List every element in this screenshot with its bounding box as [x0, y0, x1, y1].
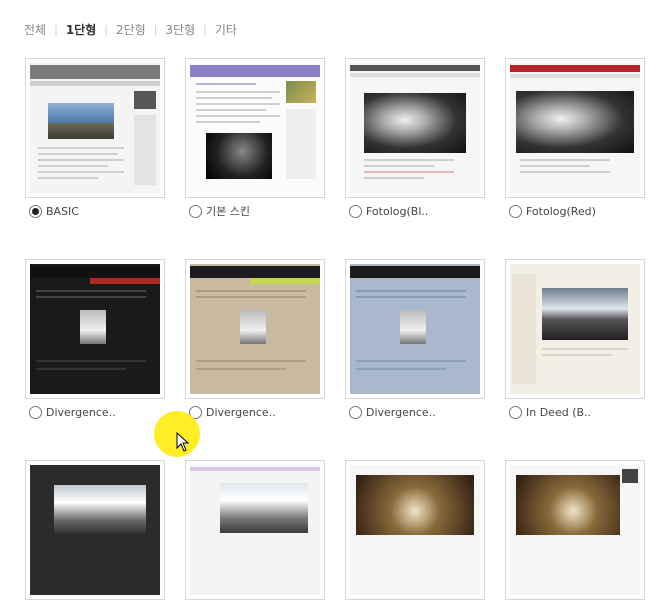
- skin-name: 기본 스킨: [206, 205, 250, 218]
- skin-thumbnail[interactable]: [25, 58, 165, 198]
- skin-grid: BASIC 기본 스킨 Fotolog(Bl.. Fotolog(Red) Di…: [0, 0, 668, 600]
- skin-thumbnail[interactable]: [345, 58, 485, 198]
- radio-selected[interactable]: [29, 204, 42, 218]
- skin-option[interactable]: Divergence..: [189, 404, 276, 420]
- skin-name: Fotolog(Red): [526, 204, 596, 218]
- skin-option[interactable]: BASIC: [29, 203, 79, 219]
- skin-name: Fotolog(Bl..: [366, 204, 429, 218]
- skin-option[interactable]: In Deed (B..: [509, 404, 591, 420]
- skin-thumbnail[interactable]: [505, 259, 645, 399]
- skin-thumbnail[interactable]: [505, 460, 645, 600]
- mouse-pointer-icon: [176, 432, 190, 452]
- skin-thumbnail[interactable]: [185, 460, 325, 600]
- radio-unselected[interactable]: [349, 204, 362, 218]
- skin-option[interactable]: 기본 스킨: [189, 203, 250, 219]
- radio-unselected[interactable]: [509, 405, 522, 419]
- skin-option[interactable]: Divergence..: [29, 404, 116, 420]
- skin-thumbnail[interactable]: [505, 58, 645, 198]
- skin-thumbnail[interactable]: [185, 259, 325, 399]
- radio-unselected[interactable]: [189, 204, 202, 218]
- skin-thumbnail[interactable]: [345, 460, 485, 600]
- skin-name: Divergence..: [366, 405, 436, 419]
- skin-name: In Deed (B..: [526, 405, 592, 419]
- skin-thumbnail[interactable]: [185, 58, 325, 198]
- skin-thumbnail[interactable]: [25, 460, 165, 600]
- radio-unselected[interactable]: [509, 204, 522, 218]
- skin-name: BASIC: [46, 204, 79, 218]
- skin-option[interactable]: Fotolog(Bl..: [349, 203, 428, 219]
- radio-unselected[interactable]: [29, 405, 42, 419]
- skin-option[interactable]: Fotolog(Red): [509, 203, 596, 219]
- skin-thumbnail[interactable]: [25, 259, 165, 399]
- skin-option[interactable]: Divergence..: [349, 404, 436, 420]
- skin-name: Divergence..: [206, 405, 276, 419]
- skin-name: Divergence..: [46, 405, 116, 419]
- radio-unselected[interactable]: [349, 405, 362, 419]
- skin-thumbnail[interactable]: [345, 259, 485, 399]
